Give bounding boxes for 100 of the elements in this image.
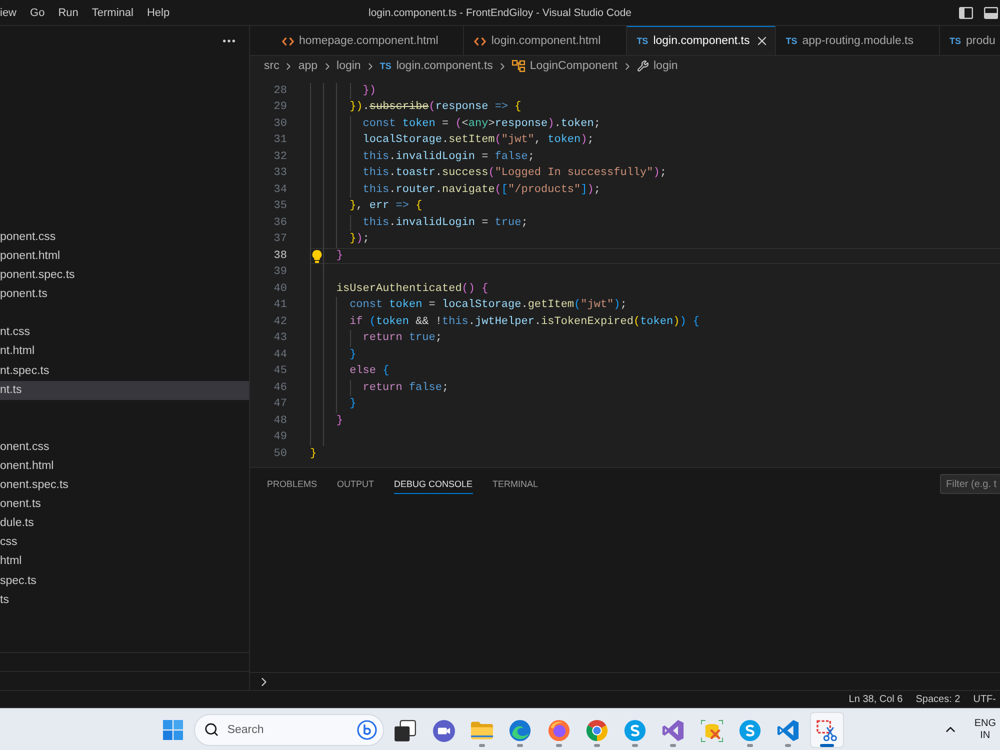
file-item[interactable]: onent.css xyxy=(0,438,249,458)
sidebar-toggle-icon[interactable] xyxy=(959,6,973,18)
video-chat-icon xyxy=(432,720,455,742)
file-item[interactable]: ponent.spec.ts xyxy=(0,266,249,286)
code-brackets-icon xyxy=(474,36,486,46)
line-number: 42 xyxy=(272,314,287,330)
line-number: 40 xyxy=(272,282,287,297)
database-tool-icon xyxy=(700,720,723,742)
circle-logo-icon xyxy=(357,720,378,740)
code-line: } xyxy=(336,248,343,264)
file-item[interactable]: ponent.css xyxy=(0,228,249,247)
line-number: 34 xyxy=(272,182,287,198)
code-line: const token = (<any>response).token; xyxy=(362,116,600,132)
code-line: this.invalidLogin = false; xyxy=(362,150,534,165)
file-item[interactable]: onent.html xyxy=(0,457,249,476)
overlapping-squares-icon xyxy=(394,720,416,742)
status-item[interactable]: Spaces: 2 xyxy=(916,694,960,706)
menu-item[interactable]: Help xyxy=(146,6,170,20)
file-item[interactable]: dule.ts xyxy=(0,514,249,534)
code-line: } xyxy=(336,414,343,429)
line-number: 39 xyxy=(272,265,287,280)
line-number: 30 xyxy=(272,116,287,132)
file-item[interactable]: nt.css xyxy=(0,323,249,342)
file-item[interactable]: nt.ts xyxy=(0,380,249,400)
start-menu-icon xyxy=(163,720,184,740)
line-number: 33 xyxy=(272,166,287,182)
editor-tab[interactable]: TS login.component.ts xyxy=(626,26,776,55)
code-line: } xyxy=(350,397,356,412)
code-editor-logo-icon xyxy=(777,720,800,741)
line-number: 38 xyxy=(272,248,287,264)
swirl-browser-icon xyxy=(509,720,532,741)
line-number: 48 xyxy=(272,414,287,429)
language-code[interactable]: ENG xyxy=(974,718,996,730)
menu-item[interactable]: Run xyxy=(58,6,78,20)
file-item[interactable]: nt.html xyxy=(0,342,249,362)
panel-toggle-icon[interactable] xyxy=(984,6,998,18)
breadcrumb-item[interactable]: LoginComponent xyxy=(530,60,618,72)
line-number: 46 xyxy=(272,380,287,396)
breadcrumb-item[interactable]: app xyxy=(298,60,318,72)
file-item[interactable]: ts xyxy=(0,590,249,610)
file-type-label: TS xyxy=(380,61,392,71)
line-number: 37 xyxy=(272,232,287,248)
s-logo-icon xyxy=(624,720,646,741)
code-line: }); xyxy=(350,232,370,248)
line-number: 29 xyxy=(272,100,287,116)
file-item[interactable]: nt.spec.ts xyxy=(0,362,249,381)
flame-globe-icon xyxy=(548,720,570,741)
code-line: this.router.navigate(["/products"]); xyxy=(362,182,600,198)
search-bar[interactable]: Search xyxy=(194,714,384,746)
file-item[interactable]: onent.ts xyxy=(0,495,249,514)
folder-icon xyxy=(471,720,494,741)
code-brackets-icon xyxy=(282,36,294,46)
menu-item[interactable]: Terminal xyxy=(92,6,134,20)
file-item[interactable]: ponent.html xyxy=(0,246,249,266)
file-item[interactable]: css xyxy=(0,533,249,552)
line-number: 31 xyxy=(272,133,287,148)
filter-field[interactable]: Filter (e.g. t xyxy=(940,474,1000,494)
ribbon-logo-icon xyxy=(662,720,684,741)
code-line: return false; xyxy=(362,380,449,396)
code-line: const token = localStorage.getItem("jwt"); xyxy=(350,298,627,314)
line-number: 32 xyxy=(272,150,287,165)
breadcrumb-item[interactable]: login xyxy=(336,60,361,72)
file-item[interactable]: onent.spec.ts xyxy=(0,476,249,496)
code-line: }) xyxy=(362,84,376,99)
panel-tab[interactable]: PROBLEMS xyxy=(267,474,318,494)
panel-tab[interactable]: OUTPUT xyxy=(337,474,374,494)
code-line: }, err => { xyxy=(350,199,422,214)
breadcrumb-item[interactable]: src xyxy=(264,60,280,72)
class-icon xyxy=(512,60,525,72)
code-line: } xyxy=(310,446,317,462)
lightbulb-icon[interactable] xyxy=(312,250,322,263)
code-line: this.invalidLogin = true; xyxy=(362,216,528,231)
file-item[interactable]: ponent.ts xyxy=(0,285,249,304)
status-item[interactable]: UTF- xyxy=(973,694,996,706)
line-number: 36 xyxy=(272,216,287,231)
line-number: 43 xyxy=(272,331,287,346)
window-title: login.component.ts - FrontEndGiloy - Visual Studio Code xyxy=(368,6,632,18)
search-icon xyxy=(204,722,220,737)
status-item[interactable]: Ln 38, Col 6 xyxy=(848,694,903,706)
region-code[interactable]: IN xyxy=(980,730,990,742)
line-number: 35 xyxy=(272,199,287,214)
file-item[interactable]: html xyxy=(0,552,249,572)
breadcrumb-item[interactable]: login xyxy=(654,60,678,72)
code-line: } xyxy=(350,348,356,363)
file-type-label: TS xyxy=(950,36,962,46)
code-line: if (token && !this.jwtHelper.isTokenExpired(token)) { xyxy=(350,314,700,330)
s-logo-icon xyxy=(738,720,761,741)
panel-tab[interactable]: TERMINAL xyxy=(492,474,538,494)
code-line: return true; xyxy=(362,331,442,346)
code-line: isUserAuthenticated() { xyxy=(336,282,488,297)
file-item[interactable]: spec.ts xyxy=(0,572,249,591)
panel-tab[interactable]: DEBUG CONSOLE xyxy=(394,474,473,494)
search-input[interactable]: Search xyxy=(227,722,350,738)
menu-item[interactable]: Go xyxy=(30,6,45,20)
line-number: 47 xyxy=(272,397,287,412)
breadcrumb-item[interactable]: login.component.ts xyxy=(396,60,493,72)
menu-item[interactable]: iew xyxy=(0,6,17,20)
segmented-circle-icon xyxy=(586,720,608,741)
file-type-label: TS xyxy=(636,36,648,46)
line-number: 44 xyxy=(272,348,287,363)
